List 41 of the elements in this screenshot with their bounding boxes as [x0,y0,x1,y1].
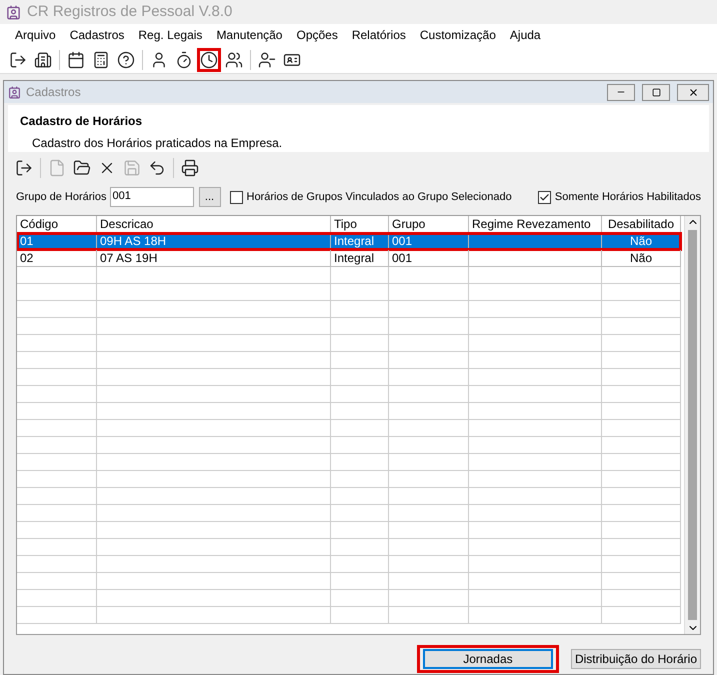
header-title: Cadastro de Horários [20,113,144,130]
maximize-icon [652,88,660,96]
table-row[interactable]: 01 09H AS 18H Integral 001 Não [17,233,681,250]
menu-item[interactable]: Arquivo [8,26,63,44]
table-cell: 07 AS 19H [97,250,331,266]
checkbox-label: Horários de Grupos Vinculados ao Grupo Selecionado [246,190,512,205]
table-cell: 001 [389,233,469,249]
header-subtitle: Cadastro dos Horários praticados na Empresa. [31,135,284,152]
menu-item[interactable]: Relatórios [344,26,413,44]
table-cell: Não [602,250,681,266]
table-cell: Integral [331,233,389,249]
child-window-title: Cadastros [26,84,82,101]
menu-item[interactable]: Opções [289,26,345,44]
window-title: CR Registros de Pessoal V.8.0 [27,2,232,22]
table-cell: 09H AS 18H [97,233,331,249]
window-icon [8,86,21,98]
field-label: Grupo de Horários [16,190,106,205]
browse-button[interactable]: ... [198,187,220,207]
table-cell: 02 [17,250,97,266]
menu-item[interactable]: Ajuda [502,26,548,44]
minimize-button[interactable] [607,84,635,100]
dialog-button[interactable]: Jornadas [416,645,559,673]
table-cell: 01 [17,233,97,249]
close-button[interactable] [677,84,709,100]
menu-item[interactable]: Reg. Legais [131,26,210,44]
checkbox-label: Somente Horários Habilitados [554,190,701,205]
table-row[interactable]: 02 07 AS 19H Integral 001 Não [17,250,681,267]
maximize-button[interactable] [642,84,670,100]
checkbox[interactable] [230,190,242,204]
checkbox[interactable] [538,190,551,204]
group-field[interactable]: 001 [110,187,194,207]
app-icon [6,4,21,20]
table-cell: Não [602,233,681,249]
menu-item[interactable]: Manutenção [209,26,290,44]
close-icon [688,86,698,98]
table-cell: 001 [389,250,469,266]
clock-icon[interactable] [197,48,221,72]
table-cell: Integral [331,250,389,266]
scrollbar[interactable] [684,216,700,634]
menu-item[interactable]: Customização [412,26,503,44]
menu-item[interactable]: Cadastros [62,26,132,44]
